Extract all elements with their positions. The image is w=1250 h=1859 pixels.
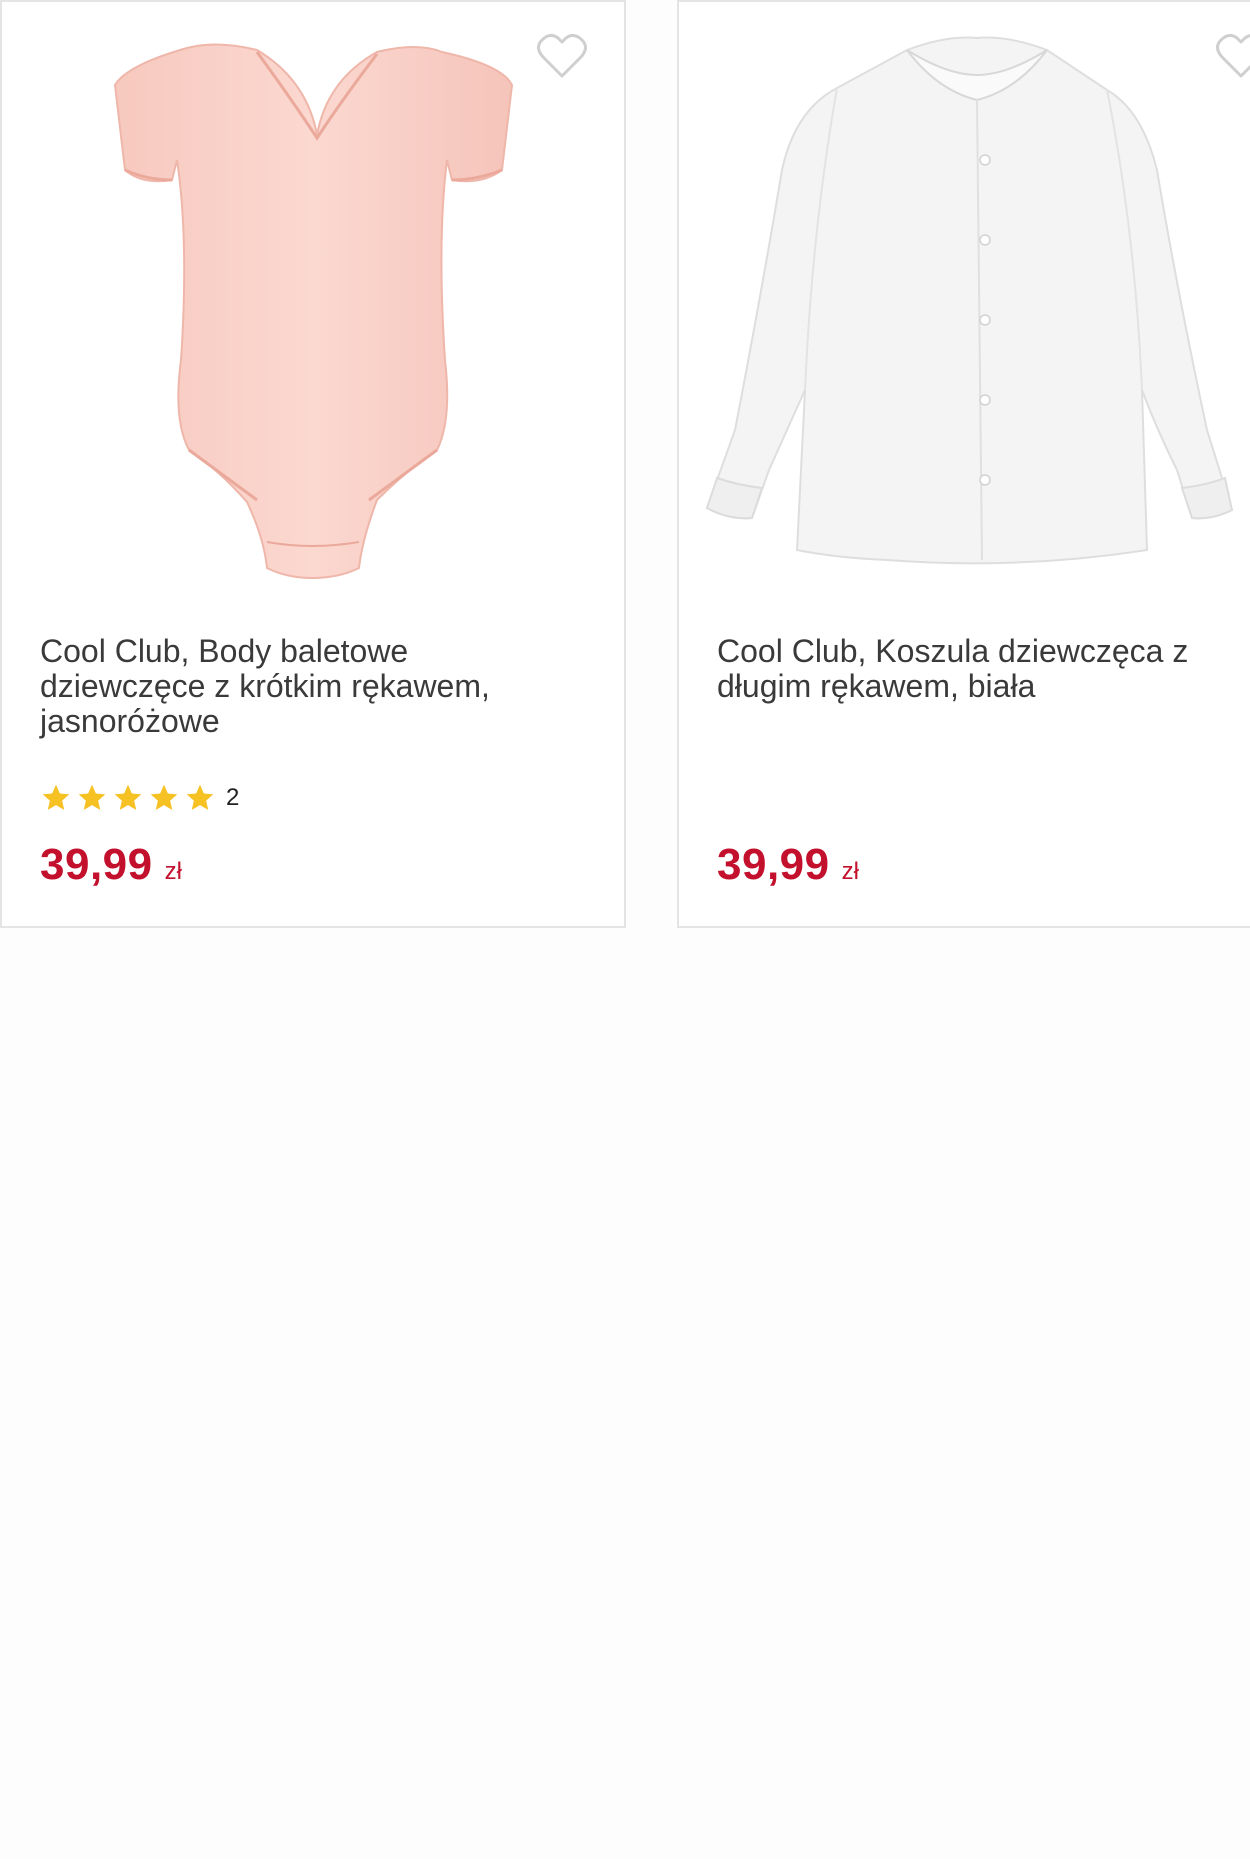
star-icon [114,784,142,810]
heart-outline-icon[interactable] [536,32,588,80]
product-title[interactable]: Cool Club, Body baletowe dziewczęce z kr… [40,634,580,739]
product-title[interactable]: Cool Club, Koszula dziewczęca z długim r… [717,634,1250,704]
price-value: 39,99 [40,840,153,889]
star-icon [186,784,214,810]
star-icon [150,784,178,810]
heart-outline-icon[interactable] [1215,32,1250,80]
price: 39,99 zł [717,840,859,890]
product-image-bodysuit[interactable] [107,30,527,600]
product-card[interactable]: Cool Club, Body baletowe dziewczęce z kr… [0,0,626,928]
rating: 2 [40,782,239,814]
product-card[interactable]: Cool Club, Koszula dziewczęca z długim r… [677,0,1250,928]
price-currency: zł [841,858,859,885]
price-currency: zł [164,858,182,885]
star-icon [78,784,106,810]
price: 39,99 zł [40,840,182,890]
price-value: 39,99 [717,840,830,889]
star-icon [42,784,70,810]
product-image-shirt[interactable] [687,30,1247,600]
rating-count: 2 [226,784,240,811]
